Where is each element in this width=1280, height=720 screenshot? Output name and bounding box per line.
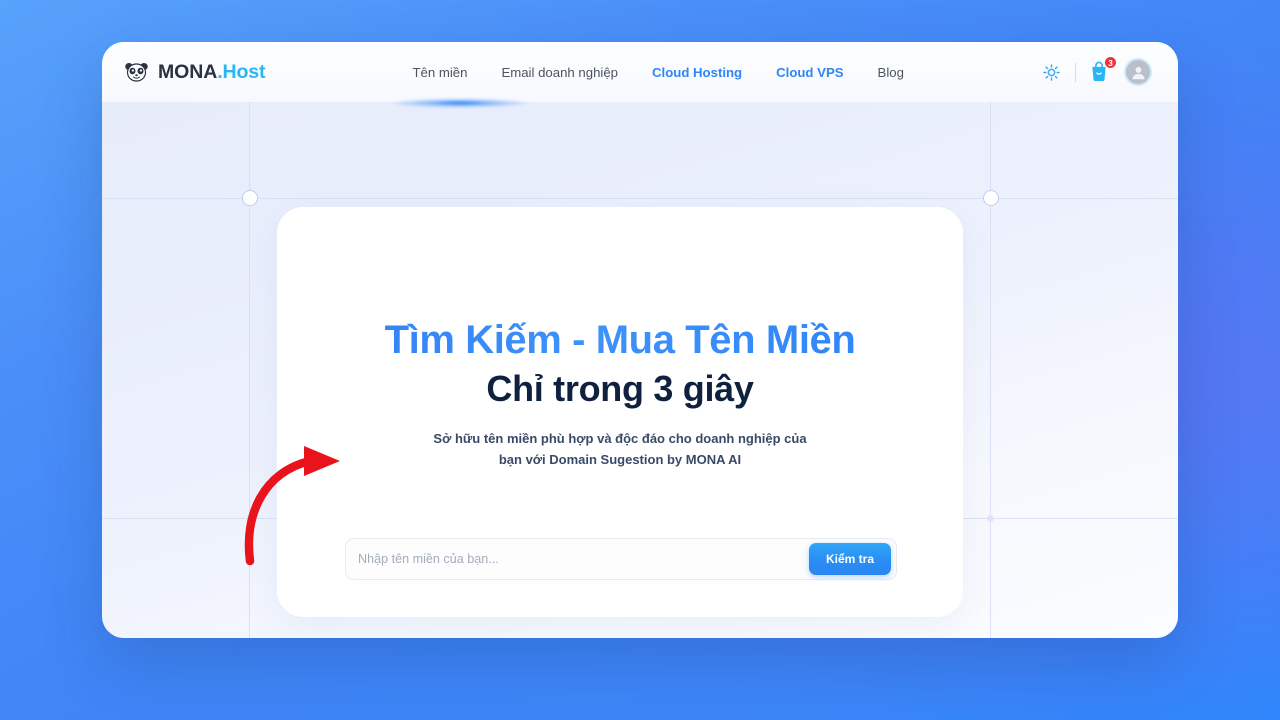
search-input[interactable]	[346, 539, 809, 579]
nav-item-ten-mien[interactable]: Tên miền	[412, 65, 467, 80]
cart-badge-count: 3	[1104, 56, 1117, 69]
header-divider	[1075, 62, 1076, 82]
nav-item-cloud-vps[interactable]: Cloud VPS	[776, 65, 843, 80]
browser-window: MONA.Host Tên miền Email doanh nghiệp Cl…	[102, 42, 1178, 638]
guide-dot-bottom-right	[987, 515, 994, 522]
header-actions: 3	[1040, 56, 1152, 86]
brand-logo[interactable]: MONA.Host	[124, 60, 266, 84]
nav-item-email-doanh-nghiep[interactable]: Email doanh nghiệp	[501, 65, 618, 80]
guide-dot-bottom-left	[246, 515, 253, 522]
user-avatar-icon[interactable]	[1124, 58, 1152, 86]
hero-title-secondary: Chỉ trong 3 giây	[486, 368, 754, 410]
check-domain-button[interactable]: Kiểm tra	[808, 543, 891, 575]
main-navigation: Tên miền Email doanh nghiệp Cloud Hostin…	[412, 65, 903, 80]
panda-icon	[124, 62, 149, 82]
nav-item-cloud-hosting[interactable]: Cloud Hosting	[652, 65, 742, 80]
shopping-bag-icon[interactable]: 3	[1089, 56, 1117, 84]
guide-dot-top-right	[984, 191, 998, 205]
hero-subtitle: Sở hữu tên miền phù hợp và độc đáo cho d…	[410, 428, 830, 470]
hero-card: Tìm Kiếm - Mua Tên Miền Chỉ trong 3 giây…	[277, 207, 963, 617]
domain-search-bar: Kiểm tra	[345, 538, 897, 580]
nav-item-blog[interactable]: Blog	[878, 65, 904, 80]
hero-subtitle-line2: bạn với Domain Sugestion by MONA AI	[498, 452, 742, 468]
page-body: Tìm Kiếm - Mua Tên Miền Chỉ trong 3 giây…	[102, 102, 1178, 638]
site-header: MONA.Host Tên miền Email doanh nghiệp Cl…	[102, 42, 1178, 102]
sun-icon[interactable]	[1040, 61, 1062, 83]
hero-title-primary: Tìm Kiếm - Mua Tên Miền	[277, 317, 963, 364]
guide-dot-top-left	[243, 191, 257, 205]
hero-subtitle-line1: Sở hữu tên miền phù hợp và độc đáo cho d…	[433, 431, 807, 447]
brand-name: MONA.Host	[158, 60, 266, 83]
